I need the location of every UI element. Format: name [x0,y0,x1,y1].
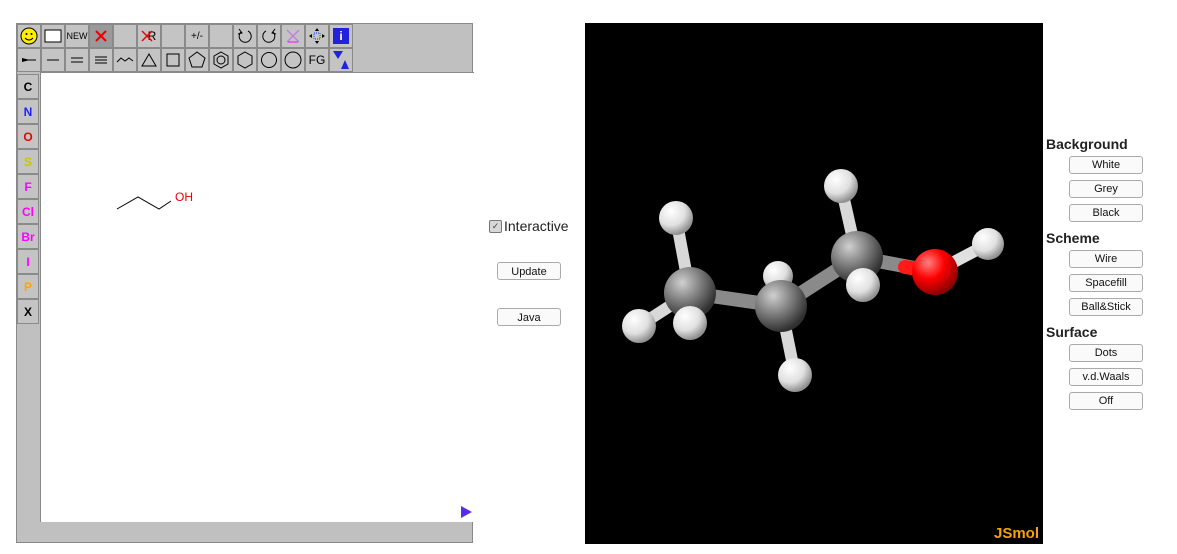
jsme-editor: NEW R +/- i FG C N O S F Cl Br I P X OH [16,23,474,543]
java-button[interactable]: Java [497,308,561,326]
jsmol-logo: JSmol [993,525,1039,542]
undo-icon[interactable] [233,24,257,48]
info-button[interactable]: i [329,24,353,48]
heptagon-icon[interactable] [257,48,281,72]
new-button[interactable]: NEW [65,24,89,48]
blank-button-2[interactable] [161,24,185,48]
surface-vdwaals-button[interactable]: v.d.Waals [1069,368,1143,386]
molecule-drawing: OH [116,190,193,210]
surface-heading: Surface [1046,324,1098,340]
blank-button-1[interactable] [113,24,137,48]
square-icon[interactable] [161,48,185,72]
atom-button-f[interactable]: F [17,174,39,199]
blank-button-3[interactable] [209,24,233,48]
hexagon-icon[interactable] [233,48,257,72]
cross-icon[interactable] [281,24,305,48]
hydroxyl-label: OH [175,190,193,204]
toolbar-row-2: FG [17,48,353,72]
display-options-panel: Background White Grey Black Scheme Wire … [1046,134,1156,416]
marker-icon[interactable] [329,48,353,72]
surface-dots-button[interactable]: Dots [1069,344,1143,362]
atom-button-x[interactable]: X [17,299,39,324]
scheme-spacefill-button[interactable]: Spacefill [1069,274,1143,292]
molecule-3d-render [622,169,1004,392]
smiley-icon[interactable] [17,24,41,48]
atom-button-br[interactable]: Br [17,224,39,249]
jsmol-viewer[interactable]: JSmol [585,23,1043,544]
drawing-canvas[interactable]: OH [40,72,474,522]
atom-button-n[interactable]: N [17,99,39,124]
background-heading: Background [1046,136,1128,152]
fg-button[interactable]: FG [305,48,329,72]
pentagon-icon[interactable] [185,48,209,72]
benzene-icon[interactable] [209,48,233,72]
atom-button-cl[interactable]: Cl [17,199,39,224]
background-black-button[interactable]: Black [1069,204,1143,222]
update-button[interactable]: Update [497,262,561,280]
scheme-ballstick-button[interactable]: Ball&Stick [1069,298,1143,316]
delete-x-icon[interactable] [89,24,113,48]
atom-button-s[interactable]: S [17,149,39,174]
double-bond-icon[interactable] [65,48,89,72]
toolbar-row-1: NEW R +/- i [17,24,353,48]
info-label: i [333,28,349,44]
atom-palette: C N O S F Cl Br I P X [17,74,39,324]
triangle-icon[interactable] [137,48,161,72]
atom-button-i[interactable]: I [17,249,39,274]
move-icon[interactable] [305,24,329,48]
background-white-button[interactable]: White [1069,156,1143,174]
atom-button-p[interactable]: P [17,274,39,299]
interactive-checkbox[interactable]: ✓ Interactive [489,218,569,234]
single-bond-icon[interactable] [41,48,65,72]
interactive-label: Interactive [504,218,569,234]
checkbox-icon[interactable]: ✓ [489,219,502,233]
wave-icon[interactable] [113,48,137,72]
chain-bond-icon[interactable] [17,48,41,72]
scheme-wire-button[interactable]: Wire [1069,250,1143,268]
atom-button-o[interactable]: O [17,124,39,149]
scheme-heading: Scheme [1046,230,1100,246]
clear-box-icon[interactable] [41,24,65,48]
atom-button-c[interactable]: C [17,74,39,99]
redo-icon[interactable] [257,24,281,48]
play-arrow-icon[interactable] [461,506,472,518]
charge-button[interactable]: +/- [185,24,209,48]
background-grey-button[interactable]: Grey [1069,180,1143,198]
octagon-icon[interactable] [281,48,305,72]
triple-bond-icon[interactable] [89,48,113,72]
delete-r-group-button[interactable]: R [137,24,161,48]
surface-off-button[interactable]: Off [1069,392,1143,410]
